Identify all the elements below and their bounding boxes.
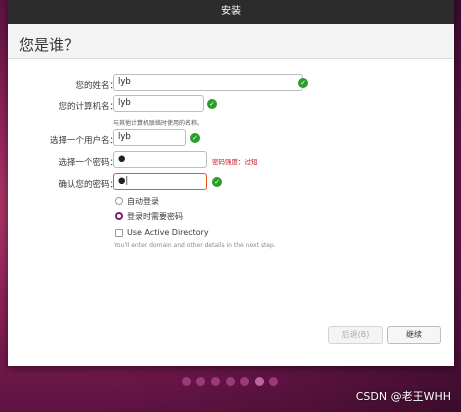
installer-window: 安装 您是谁？ 您的姓名： lyb ✓ 您的计算机名： lyb ✓ 与其他计算机… <box>8 0 454 366</box>
progress-dot-6 <box>255 377 264 386</box>
computer-name-label: 您的计算机名： <box>58 102 118 112</box>
confirm-password-label: 确认您的密码： <box>58 180 118 190</box>
active-directory-checkbox[interactable] <box>115 229 123 237</box>
computer-name-input[interactable]: lyb <box>113 95 204 112</box>
progress-dot-1 <box>182 377 191 386</box>
username-valid-icon: ✓ <box>190 133 200 143</box>
confirm-password-valid-icon: ✓ <box>212 177 222 187</box>
computer-name-hint: 与其他计算机联络时使用的名称。 <box>113 120 204 127</box>
username-input[interactable]: lyb <box>113 129 186 146</box>
progress-dot-7 <box>269 377 278 386</box>
back-button[interactable]: 后退(B) <box>328 326 383 344</box>
name-input[interactable]: lyb <box>113 74 303 91</box>
username-label: 选择一个用户名： <box>49 136 118 146</box>
progress-dot-2 <box>196 377 205 386</box>
progress-dot-4 <box>226 377 235 386</box>
progress-dot-3 <box>211 377 220 386</box>
watermark: CSDN @老王WHH <box>355 390 451 403</box>
name-valid-icon: ✓ <box>298 78 308 88</box>
password-strength: 密码强度：过短 <box>212 158 258 166</box>
require-password-label[interactable]: 登录时需要密码 <box>127 211 183 222</box>
page-title: 您是谁？ <box>19 36 80 54</box>
autologin-radio[interactable] <box>115 197 123 205</box>
progress-dot-5 <box>240 377 249 386</box>
continue-button[interactable]: 继续 <box>387 326 441 344</box>
password-input[interactable]: ● <box>113 151 207 168</box>
name-label: 您的姓名： <box>75 81 118 91</box>
confirm-password-input[interactable]: ●| <box>113 173 207 190</box>
active-directory-label[interactable]: Use Active Directory <box>127 228 209 237</box>
autologin-label[interactable]: 自动登录 <box>127 196 159 207</box>
active-directory-note: You'll enter domain and other details in… <box>114 242 276 249</box>
window-titlebar: 安装 <box>8 0 454 24</box>
computer-name-valid-icon: ✓ <box>207 99 217 109</box>
password-label: 选择一个密码： <box>58 158 118 168</box>
require-password-radio[interactable] <box>115 212 123 220</box>
